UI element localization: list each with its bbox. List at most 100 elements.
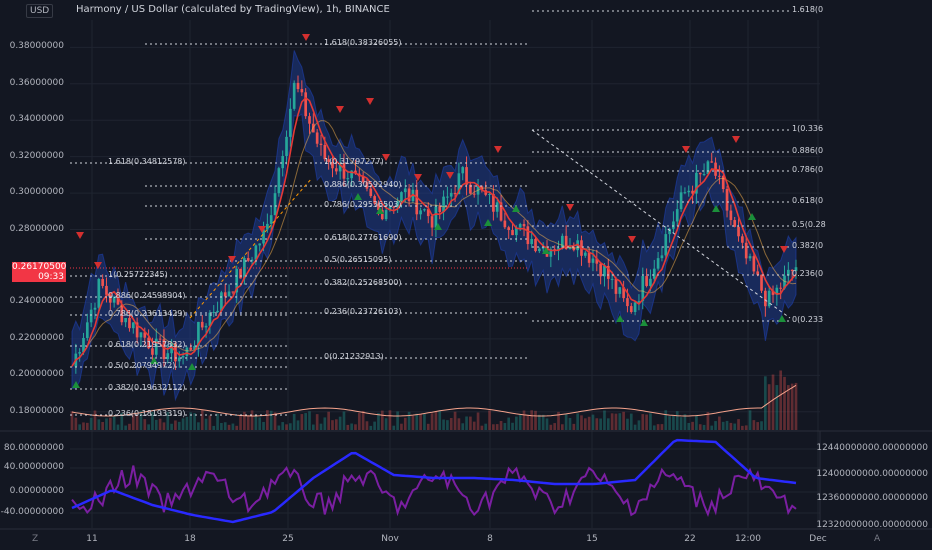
volume-bar bbox=[668, 416, 671, 430]
volume-bar bbox=[660, 424, 664, 430]
volume-bar bbox=[649, 413, 652, 430]
fib-mid-label: 0.236(0.23726103) bbox=[324, 307, 402, 316]
volume-bar bbox=[415, 413, 419, 430]
volume-bar bbox=[775, 385, 779, 430]
volume-bar bbox=[744, 425, 748, 430]
candle-body bbox=[442, 196, 445, 213]
candle-body bbox=[495, 202, 499, 212]
volume-bar bbox=[116, 424, 120, 430]
volume-bar bbox=[629, 413, 633, 430]
candle-body bbox=[430, 216, 434, 228]
candle-body bbox=[656, 258, 660, 269]
volume-bar bbox=[384, 418, 388, 430]
volume-bar bbox=[285, 424, 288, 430]
candle-body bbox=[78, 352, 81, 354]
time-tick-label: Nov bbox=[381, 534, 399, 544]
candle-body bbox=[334, 168, 338, 172]
candle-body bbox=[273, 193, 277, 216]
indicator-right-tick-label: 12360000000.00000000 bbox=[816, 493, 928, 503]
candle-body bbox=[779, 287, 783, 289]
candle-body bbox=[534, 238, 537, 252]
volume-bar bbox=[281, 422, 285, 430]
volume-bar bbox=[108, 417, 112, 430]
volume-bar bbox=[472, 421, 476, 430]
candle-body bbox=[231, 291, 235, 293]
volume-bar bbox=[181, 418, 185, 430]
volume-bar bbox=[469, 416, 472, 430]
volume-bar bbox=[664, 410, 668, 430]
candle-body bbox=[239, 268, 242, 279]
volume-bar bbox=[583, 418, 587, 430]
volume-bar bbox=[262, 421, 265, 430]
candle-body bbox=[511, 230, 514, 236]
candle-body bbox=[85, 322, 89, 338]
volume-bar bbox=[606, 418, 610, 430]
volume-bar bbox=[197, 422, 200, 430]
indicator-tick-label: 0.00000000 bbox=[9, 486, 64, 496]
auto-scale-button[interactable]: A bbox=[874, 534, 880, 544]
volume-bar bbox=[499, 420, 503, 430]
candle-body bbox=[725, 189, 729, 211]
candle-body bbox=[641, 276, 645, 302]
indicator-tick-label: 40.00000000 bbox=[3, 462, 64, 472]
volume-bar bbox=[423, 413, 426, 430]
time-tick-label: Dec bbox=[809, 534, 827, 544]
candle-body bbox=[223, 292, 227, 297]
zoom-button[interactable]: Z bbox=[32, 534, 38, 544]
candle-body bbox=[756, 271, 760, 275]
price-tick-label: 0.28000000 bbox=[9, 223, 64, 234]
candle-body bbox=[369, 188, 373, 197]
fib-mid-label: 1.618(0.38326055) bbox=[324, 38, 402, 47]
candle-body bbox=[741, 236, 744, 243]
volume-bar bbox=[239, 414, 242, 430]
volume-bar bbox=[105, 418, 108, 430]
volume-bar bbox=[380, 410, 384, 430]
candle-body bbox=[419, 210, 422, 215]
candle-body bbox=[672, 221, 675, 229]
indicator-tick-label: -40.00000000 bbox=[0, 507, 64, 517]
volume-bar bbox=[511, 422, 514, 430]
volume-bar bbox=[319, 423, 323, 430]
volume-bar bbox=[289, 423, 292, 430]
volume-bar bbox=[580, 415, 583, 430]
volume-bar bbox=[672, 415, 675, 430]
time-tick-label: 22 bbox=[684, 534, 696, 544]
volume-bar bbox=[128, 423, 131, 430]
candle-body bbox=[453, 192, 457, 195]
fib-right-label: 0.236(0 bbox=[792, 269, 824, 278]
volume-bar bbox=[304, 413, 308, 430]
volume-bar bbox=[212, 425, 216, 430]
price-tick-label: 0.30000000 bbox=[9, 187, 64, 198]
volume-bar bbox=[710, 425, 714, 430]
currency-badge[interactable]: USD bbox=[26, 4, 54, 18]
volume-bar bbox=[78, 424, 81, 430]
candle-body bbox=[434, 206, 438, 228]
candle-body bbox=[610, 278, 614, 280]
candle-body bbox=[530, 238, 534, 245]
candle-body bbox=[687, 190, 691, 193]
volume-bar bbox=[388, 410, 392, 430]
fib-left-label: 0.618(0.21957832) bbox=[108, 340, 186, 349]
candle-body bbox=[503, 220, 507, 228]
volume-bar bbox=[530, 410, 534, 430]
volume-bar bbox=[411, 415, 415, 430]
candle-body bbox=[679, 192, 683, 210]
candle-body bbox=[227, 291, 231, 297]
candle-body bbox=[526, 226, 530, 245]
volume-bar bbox=[154, 419, 158, 430]
volume-bar bbox=[741, 425, 744, 430]
fib-left-label: 0.886(0.24598904) bbox=[108, 291, 186, 300]
volume-bar bbox=[599, 418, 602, 430]
volume-bar bbox=[714, 421, 717, 430]
candle-body bbox=[698, 172, 702, 175]
chart-window[interactable]: USD Harmony / US Dollar (calculated by T… bbox=[0, 0, 932, 550]
volume-bar bbox=[453, 411, 457, 430]
volume-bar bbox=[365, 421, 369, 430]
volume-bar bbox=[124, 425, 127, 430]
fib-mid-label: 0.5(0.26515095) bbox=[324, 255, 392, 264]
volume-bar bbox=[396, 411, 399, 430]
volume-bar bbox=[480, 425, 484, 430]
volume-bar bbox=[373, 421, 376, 430]
volume-bar bbox=[568, 418, 572, 430]
volume-bar bbox=[721, 421, 725, 430]
